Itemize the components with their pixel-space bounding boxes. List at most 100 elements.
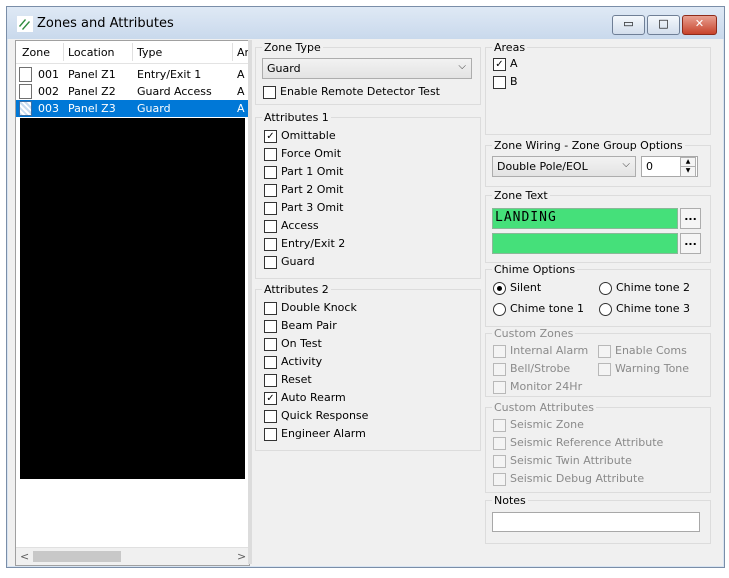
scroll-right-icon[interactable]: > xyxy=(237,550,246,563)
checkbox-label: Seismic Debug Attribute xyxy=(510,472,645,485)
checkbox-label: A xyxy=(510,57,518,70)
checkbox-box[interactable] xyxy=(493,419,506,432)
radio-label: Chime tone 3 xyxy=(616,302,690,315)
checkbox-label: Seismic Zone xyxy=(510,418,584,431)
ellipsis-icon: ... xyxy=(684,235,697,248)
checkbox-label: Enable Coms xyxy=(615,344,687,357)
checkbox-label: Bell/Strobe xyxy=(510,362,571,375)
chime-options-group: Chime Options Silent Chime tone 2 Chime … xyxy=(485,263,711,327)
checkbox-box[interactable] xyxy=(493,381,506,394)
checkbox-box[interactable]: ✓ xyxy=(264,392,277,405)
checkbox-label: Access xyxy=(281,219,319,232)
column-header-type[interactable]: Type xyxy=(137,46,162,59)
radio-button[interactable] xyxy=(599,282,612,295)
radio-label: Chime tone 2 xyxy=(616,281,690,294)
column-header-zone[interactable]: Zone xyxy=(22,46,50,59)
zone-type-select[interactable]: Guard ⌵ xyxy=(262,58,472,79)
checkbox-box[interactable] xyxy=(598,345,611,358)
checkbox-label: Guard xyxy=(281,255,315,268)
row-checkbox[interactable] xyxy=(19,67,32,82)
zone-wiring-value: Double Pole/EOL xyxy=(497,160,588,173)
zone-location: Panel Z1 xyxy=(68,68,116,81)
radio-button[interactable] xyxy=(493,303,506,316)
checkbox-label: Omittable xyxy=(281,129,336,142)
checkbox-box[interactable] xyxy=(493,363,506,376)
chime-options-title: Chime Options xyxy=(492,263,578,276)
radio-button[interactable] xyxy=(599,303,612,316)
table-row[interactable]: 001 Panel Z1 Entry/Exit 1 A xyxy=(16,66,249,83)
checkbox-box[interactable] xyxy=(493,455,506,468)
close-icon: ✕ xyxy=(694,17,705,30)
checkbox-box[interactable] xyxy=(264,166,277,179)
ellipsis-icon: ... xyxy=(684,210,697,223)
checkbox-label: Force Omit xyxy=(281,147,342,160)
splitter[interactable] xyxy=(248,40,252,564)
horizontal-scrollbar[interactable]: < > xyxy=(16,547,249,565)
empty-list-area xyxy=(20,118,245,479)
column-header-location[interactable]: Location xyxy=(68,46,115,59)
checkbox-box[interactable] xyxy=(264,256,277,269)
checkbox-box[interactable] xyxy=(264,320,277,333)
row-checkbox[interactable] xyxy=(19,101,32,116)
checkbox-box[interactable] xyxy=(264,238,277,251)
checkbox-box[interactable] xyxy=(264,302,277,315)
attributes2-group: Attributes 2 Double Knock Beam Pair On T… xyxy=(255,283,481,451)
zone-list[interactable]: Zone Location Type Ar 001 Panel Z1 Entry… xyxy=(15,40,250,566)
checkbox-box[interactable] xyxy=(493,437,506,450)
checkbox-label: Monitor 24Hr xyxy=(510,380,583,393)
zone-text-line1-edit-button[interactable]: ... xyxy=(680,208,701,229)
checkbox-label: Part 2 Omit xyxy=(281,183,344,196)
zone-group-spinner[interactable]: 0 ▲ ▼ xyxy=(641,156,698,177)
maximize-icon: □ xyxy=(658,17,669,30)
minimize-button[interactable]: ▭ xyxy=(612,15,645,35)
checkbox-label: Enable Remote Detector Test xyxy=(280,85,440,98)
zone-group-value: 0 xyxy=(646,160,653,173)
checkbox-box[interactable] xyxy=(264,184,277,197)
zone-type-title: Zone Type xyxy=(262,41,323,54)
title-bar: Zones and Attributes ▭ □ ✕ xyxy=(7,7,724,39)
checkbox-box[interactable] xyxy=(264,374,277,387)
checkbox-box[interactable]: ✓ xyxy=(493,58,506,71)
zone-text-title: Zone Text xyxy=(492,189,550,202)
radio-button[interactable] xyxy=(493,282,506,295)
zone-text-line1-field[interactable]: LANDING xyxy=(492,208,678,229)
checkbox-box[interactable] xyxy=(493,345,506,358)
chevron-down-icon: ⌵ xyxy=(458,61,466,72)
checkbox-box[interactable] xyxy=(264,356,277,369)
spin-down-icon[interactable]: ▼ xyxy=(680,166,696,177)
checkbox-box[interactable] xyxy=(493,473,506,486)
zone-text-line2-field[interactable] xyxy=(492,233,678,254)
zone-wiring-group: Zone Wiring - Zone Group Options Double … xyxy=(485,139,711,187)
table-row[interactable]: 002 Panel Z2 Guard Access A xyxy=(16,83,249,100)
zone-type-value: Guard xyxy=(267,62,301,75)
checkbox-box[interactable]: ✓ xyxy=(264,130,277,143)
checkbox-box[interactable] xyxy=(264,338,277,351)
zone-text-line2-edit-button[interactable]: ... xyxy=(680,233,701,254)
scroll-thumb[interactable] xyxy=(33,551,121,562)
checkbox-label: Seismic Twin Attribute xyxy=(510,454,632,467)
checkbox-box[interactable] xyxy=(264,202,277,215)
custom-zones-group: Custom Zones Internal Alarm Enable Coms … xyxy=(485,327,711,397)
zone-type: Guard xyxy=(137,102,171,115)
notes-input[interactable] xyxy=(492,512,700,532)
zone-number: 003 xyxy=(38,102,59,115)
close-button[interactable]: ✕ xyxy=(682,15,717,35)
scroll-left-icon[interactable]: < xyxy=(20,550,29,563)
checkbox-box[interactable] xyxy=(264,428,277,441)
custom-zones-title: Custom Zones xyxy=(492,327,576,340)
custom-attributes-group: Custom Attributes Seismic Zone Seismic R… xyxy=(485,401,711,493)
zone-type: Entry/Exit 1 xyxy=(137,68,202,81)
zone-list-header: Zone Location Type Ar xyxy=(16,41,249,64)
checkbox-box[interactable] xyxy=(264,220,277,233)
table-row-selected[interactable]: 003 Panel Z3 Guard A xyxy=(16,100,249,117)
chevron-down-icon: ⌵ xyxy=(622,159,630,170)
maximize-button[interactable]: □ xyxy=(647,15,680,35)
checkbox-box[interactable] xyxy=(264,410,277,423)
notes-group: Notes xyxy=(485,494,711,544)
checkbox-box[interactable] xyxy=(263,86,276,99)
checkbox-box[interactable] xyxy=(493,76,506,89)
row-checkbox[interactable] xyxy=(19,84,32,99)
zone-wiring-select[interactable]: Double Pole/EOL ⌵ xyxy=(492,156,636,177)
checkbox-box[interactable] xyxy=(598,363,611,376)
checkbox-box[interactable] xyxy=(264,148,277,161)
